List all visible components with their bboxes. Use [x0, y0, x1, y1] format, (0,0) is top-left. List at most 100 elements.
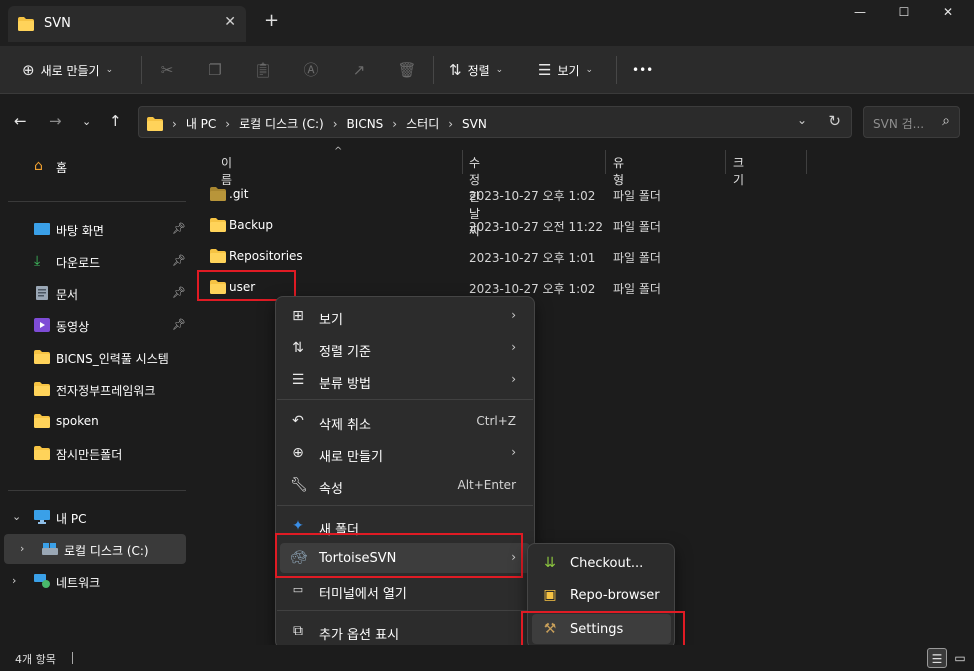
column-divider[interactable] — [605, 150, 606, 174]
cut-icon[interactable]: ✂ — [155, 58, 179, 82]
breadcrumb-item[interactable]: 스터디 — [406, 115, 439, 132]
file-modified: 2023-10-27 오후 1:01 — [469, 251, 596, 265]
sidebar-item-downloads[interactable]: ⤓ 다운로드 📌︎ — [0, 246, 190, 276]
breadcrumb-item[interactable]: SVN — [462, 117, 487, 131]
new-button[interactable]: ⊕ 새로 만들기 ⌄ — [22, 58, 113, 82]
chevron-right-icon[interactable]: › — [12, 574, 16, 587]
sort-label: 정렬 — [467, 63, 490, 78]
folder-icon — [210, 218, 226, 232]
file-type: 파일 폴더 — [613, 282, 661, 296]
external-link-icon: ⧉ — [293, 623, 303, 639]
sidebar-item-videos[interactable]: 동영상 📌︎ — [0, 310, 190, 340]
sidebar-item-local-disk[interactable]: › 로컬 디스크 (C:) — [4, 534, 186, 564]
sidebar-item-folder[interactable]: 전자정부프레임워크 — [0, 374, 190, 404]
close-tab-icon[interactable]: ✕ — [224, 14, 236, 30]
menu-item-label: Checkout... — [570, 556, 644, 571]
pin-icon[interactable]: 📌︎ — [172, 318, 186, 331]
menu-item-checkout[interactable]: ⇊ Checkout... — [532, 548, 671, 578]
details-view-icon[interactable]: ☰ — [927, 648, 947, 668]
breadcrumb: › 내 PC › 로컬 디스크 (C:) › BICNS › 스터디 › SVN — [147, 115, 487, 132]
pin-icon[interactable]: 📌︎ — [172, 286, 186, 299]
rename-icon[interactable]: Ⓐ — [299, 58, 323, 82]
copy-icon[interactable]: ❐ — [203, 58, 227, 82]
chevron-down-icon: ⌄ — [585, 65, 594, 75]
monitor-icon — [34, 510, 50, 524]
view-icon: ☰ — [538, 61, 552, 79]
sidebar-item-documents[interactable]: 문서 📌︎ — [0, 278, 190, 308]
tab-title: SVN — [44, 16, 71, 31]
chevron-down-icon: ⌄ — [105, 65, 114, 75]
menu-item-label: 보기 — [319, 313, 343, 328]
menu-item-label: 새로 만들기 — [319, 450, 383, 465]
close-button[interactable]: ✕ — [925, 5, 971, 27]
column-divider[interactable] — [462, 150, 463, 174]
menu-item-more-options[interactable]: ⧉ 추가 옵션 표시 — [280, 616, 530, 646]
sidebar-item-home[interactable]: ⌂ 홈 — [0, 151, 190, 181]
sidebar-item-folder[interactable]: 잠시만든폴더 — [0, 438, 190, 468]
sidebar-item-label: 문서 — [56, 288, 79, 302]
sidebar-item-folder[interactable]: spoken — [0, 406, 190, 436]
navigation-pane: ⌂ 홈 바탕 화면 📌︎ ⤓ 다운로드 📌︎ 문서 📌︎ 동영상 📌︎ BICN… — [0, 150, 190, 645]
menu-item-new[interactable]: ⊕ 새로 만들기 › — [280, 438, 530, 468]
chevron-right-icon: › — [172, 116, 177, 131]
menu-item-sort[interactable]: ⇅ 정렬 기준 › — [280, 333, 530, 363]
pin-icon[interactable]: 📌︎ — [172, 222, 186, 235]
chevron-down-icon[interactable]: ⌄ — [12, 510, 21, 523]
delete-icon[interactable]: 🗑︎ — [395, 58, 419, 82]
search-box[interactable]: SVN 검... ⌕ — [863, 106, 960, 138]
plus-circle-icon: ⊕ — [292, 445, 304, 461]
tab-svn[interactable]: SVN ✕ — [8, 6, 246, 42]
sidebar-item-this-pc[interactable]: ⌄ 내 PC — [0, 502, 190, 532]
file-name: Backup — [229, 218, 273, 232]
menu-item-label: 분류 방법 — [319, 377, 371, 392]
address-dropdown-icon[interactable]: ⌄ — [797, 113, 807, 127]
breadcrumb-item[interactable]: BICNS — [347, 117, 384, 131]
new-label: 새로 만들기 — [40, 63, 100, 78]
view-button[interactable]: ☰ 보기 ⌄ — [538, 58, 593, 82]
list-icon: ☰ — [291, 372, 305, 388]
maximize-button[interactable]: ☐ — [881, 5, 927, 27]
column-divider[interactable] — [806, 150, 807, 174]
chevron-right-icon: › — [511, 445, 516, 459]
recent-chevron-icon[interactable]: ⌄ — [82, 115, 91, 128]
sidebar-item-folder[interactable]: BICNS_인력풀 시스템 — [0, 342, 190, 372]
menu-item-group[interactable]: ☰ 분류 방법 › — [280, 365, 530, 395]
share-icon[interactable]: ↗ — [347, 58, 371, 82]
table-row[interactable]: .git 2023-10-27 오후 1:02 파일 폴더 — [190, 179, 974, 209]
sidebar-item-desktop[interactable]: 바탕 화면 📌︎ — [0, 214, 190, 244]
paste-icon[interactable]: 📋︎ — [251, 58, 275, 82]
shortcut-label: Ctrl+Z — [476, 414, 516, 428]
folder-icon — [18, 17, 34, 31]
back-icon[interactable]: ← — [14, 112, 27, 130]
address-bar[interactable]: › 내 PC › 로컬 디스크 (C:) › BICNS › 스터디 › SVN… — [138, 106, 852, 138]
menu-item-terminal[interactable]: ▭ 터미널에서 열기 — [280, 575, 530, 605]
table-row[interactable]: Backup 2023-10-27 오전 11:22 파일 폴더 — [190, 210, 974, 240]
more-options-button[interactable]: ••• — [632, 58, 653, 82]
forward-icon[interactable]: → — [49, 112, 62, 130]
chevron-right-icon: › — [511, 308, 516, 322]
menu-item-undo[interactable]: ↶ 삭제 취소 Ctrl+Z — [280, 406, 530, 436]
pin-icon[interactable]: 📌︎ — [172, 254, 186, 267]
up-icon[interactable]: ↑ — [109, 112, 122, 130]
chevron-down-icon: ⌄ — [495, 65, 504, 75]
sidebar-item-label: 전자정부프레임워크 — [56, 384, 156, 398]
divider — [8, 490, 186, 491]
sidebar-item-label: 로컬 디스크 (C:) — [64, 544, 149, 558]
sidebar-item-network[interactable]: › 네트워크 — [0, 566, 190, 596]
refresh-icon[interactable]: ↻ — [828, 112, 841, 130]
breadcrumb-item[interactable]: 로컬 디스크 (C:) — [239, 115, 324, 132]
chevron-right-icon[interactable]: › — [20, 542, 24, 555]
menu-item-view[interactable]: ⊞ 보기 › — [280, 301, 530, 331]
column-divider[interactable] — [725, 150, 726, 174]
plus-circle-icon: ⊕ — [22, 61, 35, 79]
menu-item-repo-browser[interactable]: ▣ Repo-browser — [532, 580, 671, 610]
new-tab-icon[interactable]: + — [264, 12, 279, 30]
grid-icon: ⊞ — [292, 308, 304, 324]
menu-item-properties[interactable]: 🔧︎ 속성 Alt+Enter — [280, 470, 530, 500]
table-row[interactable]: Repositories 2023-10-27 오후 1:01 파일 폴더 — [190, 241, 974, 271]
sidebar-item-label: spoken — [56, 414, 99, 428]
breadcrumb-item[interactable]: 내 PC — [186, 115, 216, 132]
tiles-view-icon[interactable]: ▭ — [950, 648, 970, 668]
minimize-button[interactable]: — — [837, 5, 883, 27]
sort-button[interactable]: ⇅ 정렬 ⌄ — [449, 58, 503, 82]
